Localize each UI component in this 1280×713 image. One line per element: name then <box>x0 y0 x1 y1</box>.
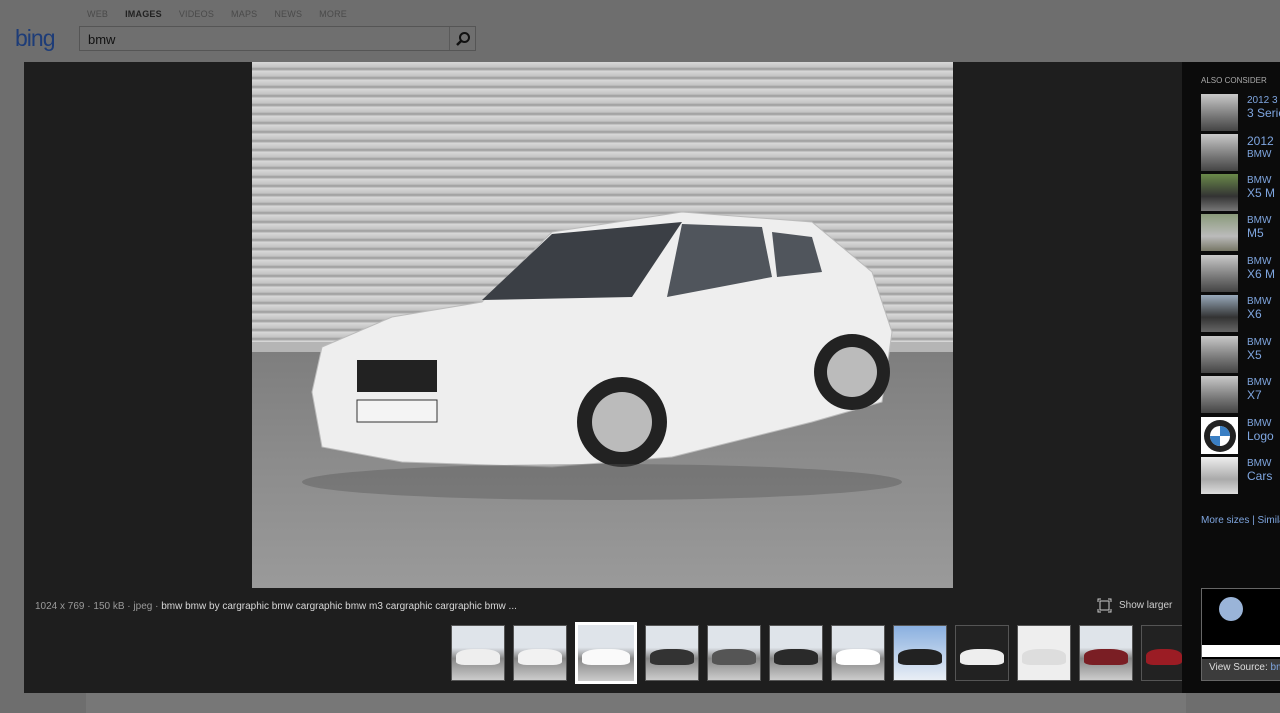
filmstrip-thumb[interactable] <box>707 625 761 681</box>
image-size: 150 kB <box>93 601 125 612</box>
top-nav: WEB IMAGES VIDEOS MAPS NEWS MORE <box>87 9 364 19</box>
bing-logo[interactable]: bing <box>15 25 55 52</box>
car-illustration <box>302 211 902 500</box>
main-image[interactable] <box>252 62 953 588</box>
suggestion-thumb <box>1201 255 1238 292</box>
filmstrip-thumb[interactable] <box>769 625 823 681</box>
filmstrip-thumb[interactable] <box>831 625 885 681</box>
suggestion-thumb <box>1201 174 1238 211</box>
filmstrip-thumb[interactable] <box>1079 625 1133 681</box>
nav-videos[interactable]: VIDEOS <box>179 9 214 19</box>
suggestion-thumb <box>1201 417 1238 454</box>
suggestion-thumb <box>1201 214 1238 251</box>
also-consider-item[interactable]: 2012 3 Ser3 Series <box>1201 94 1280 131</box>
filmstrip-thumb[interactable] <box>955 625 1009 681</box>
also-consider-item[interactable]: 2012 BMW <box>1201 134 1274 171</box>
view-source-link[interactable]: View Source: bmwcoop.com <box>1202 659 1280 680</box>
nav-maps[interactable]: MAPS <box>231 9 257 19</box>
source-preview[interactable]: View Source: bmwcoop.com <box>1201 588 1280 681</box>
filmstrip-thumb[interactable] <box>451 625 505 681</box>
image-format: jpeg <box>133 601 153 612</box>
search-box[interactable]: bmw <box>79 26 476 51</box>
nav-news[interactable]: NEWS <box>274 9 302 19</box>
also-consider-item[interactable]: BMW X5 M <box>1201 174 1275 211</box>
suggestion-thumb <box>1201 376 1238 413</box>
show-larger-button[interactable]: Show larger <box>1097 598 1172 613</box>
image-dimensions: 1024 x 769 <box>35 601 85 612</box>
filmstrip <box>451 622 1187 684</box>
filmstrip-thumb[interactable] <box>893 625 947 681</box>
nav-web[interactable]: WEB <box>87 9 108 19</box>
bmw-logo-icon <box>1203 419 1236 452</box>
image-metadata: 1024 x 769 · 150 kB · jpeg · bmw bmw by … <box>35 601 517 612</box>
nav-more[interactable]: MORE <box>319 9 347 19</box>
site-logo-icon <box>1219 597 1243 621</box>
show-larger-label: Show larger <box>1119 600 1173 611</box>
also-consider-item[interactable]: BMW X6 <box>1201 295 1271 332</box>
suggestion-thumb <box>1201 94 1238 131</box>
image-title[interactable]: bmw bmw by cargraphic bmw cargraphic bmw… <box>161 601 517 612</box>
filmstrip-thumb[interactable] <box>645 625 699 681</box>
filmstrip-thumb-selected[interactable] <box>575 622 637 684</box>
also-consider-item[interactable]: BMW X5 <box>1201 336 1271 373</box>
filmstrip-thumb[interactable] <box>513 625 567 681</box>
suggestion-thumb <box>1201 336 1238 373</box>
background-results <box>86 690 1186 713</box>
filmstrip-thumb[interactable] <box>1141 625 1187 681</box>
expand-icon <box>1097 598 1112 613</box>
search-button[interactable] <box>449 27 475 50</box>
suggestion-thumb <box>1201 457 1238 494</box>
also-consider-item[interactable]: BMW X7 <box>1201 376 1271 413</box>
similar-link[interactable]: Similar <box>1258 515 1280 526</box>
filmstrip-thumb[interactable] <box>1017 625 1071 681</box>
also-consider-item[interactable]: BMW X6 M <box>1201 255 1275 292</box>
suggestion-thumb <box>1201 295 1238 332</box>
also-consider-heading: ALSO CONSIDER <box>1201 76 1267 85</box>
search-input[interactable]: bmw <box>88 32 115 47</box>
suggestion-thumb <box>1201 134 1238 171</box>
also-consider-item[interactable]: BMW Cars <box>1201 457 1272 494</box>
search-icon <box>455 31 470 46</box>
also-consider-item[interactable]: BMW Logo <box>1201 417 1274 454</box>
also-consider-item[interactable]: BMW M5 <box>1201 214 1271 251</box>
more-sizes-link[interactable]: More sizes <box>1201 515 1249 526</box>
nav-images[interactable]: IMAGES <box>125 9 162 19</box>
more-links: More sizes | Similar <box>1201 515 1280 526</box>
